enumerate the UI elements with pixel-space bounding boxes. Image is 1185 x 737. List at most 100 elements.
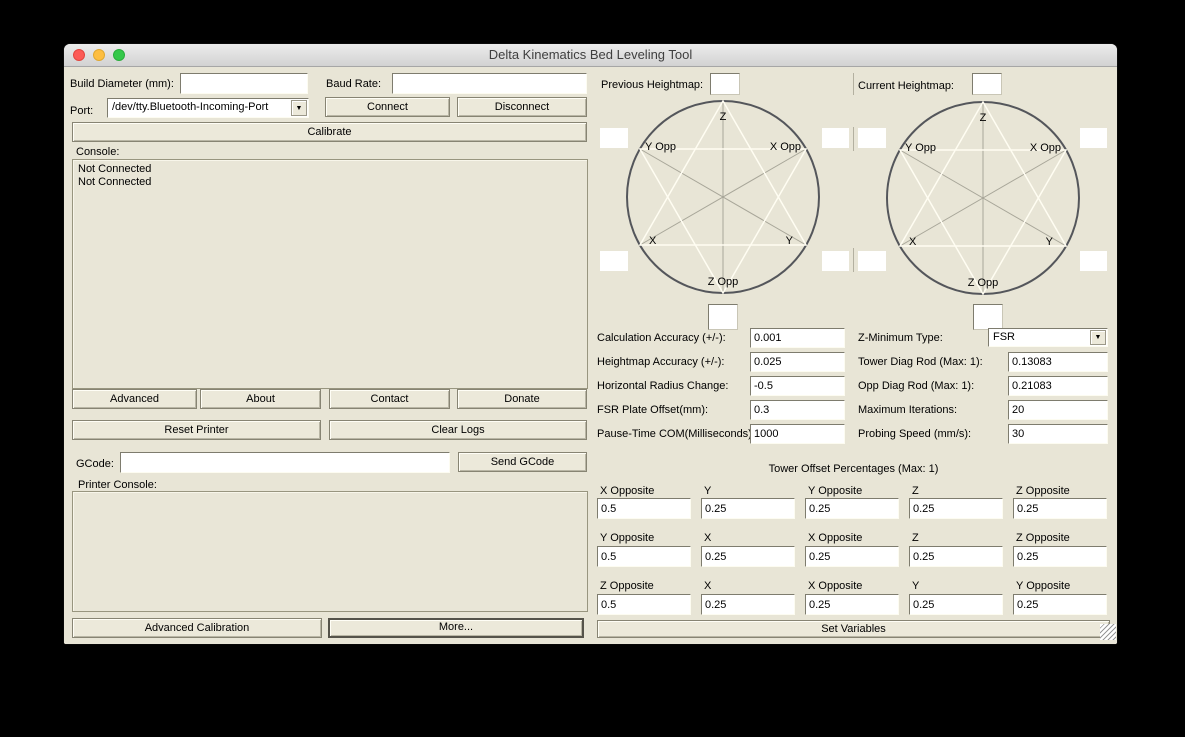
point-label-z-opp: Z Opp bbox=[885, 277, 1081, 289]
build-diameter-input[interactable] bbox=[180, 73, 308, 94]
offset-r1c2-label: Y bbox=[704, 485, 711, 498]
heightmap-accuracy-label: Heightmap Accuracy (+/-): bbox=[597, 356, 724, 369]
probing-speed-input[interactable] bbox=[1008, 424, 1108, 444]
offset-r1c3-input[interactable] bbox=[805, 498, 899, 519]
close-button[interactable] bbox=[73, 49, 85, 61]
connect-button[interactable]: Connect bbox=[325, 97, 450, 117]
offset-r3c4-label: Y bbox=[912, 580, 919, 593]
app-window: Delta Kinematics Bed Leveling Tool Build… bbox=[64, 44, 1117, 644]
console-output[interactable]: Not Connected Not Connected bbox=[72, 159, 588, 389]
current-heightmap-diagram: Z Y Opp X Opp X Y Z Opp bbox=[885, 100, 1081, 296]
reset-printer-button[interactable]: Reset Printer bbox=[72, 420, 321, 440]
offset-r1c5-input[interactable] bbox=[1013, 498, 1107, 519]
fsr-plate-offset-input[interactable] bbox=[750, 400, 845, 420]
current-heightmap-field[interactable] bbox=[972, 73, 1002, 95]
offset-r1c2-input[interactable] bbox=[701, 498, 795, 519]
cur-heightmap-x-field[interactable] bbox=[858, 251, 886, 271]
heightmap-circle-graphic bbox=[885, 100, 1081, 296]
panel-divider bbox=[853, 127, 854, 151]
advanced-button[interactable]: Advanced bbox=[72, 389, 197, 409]
port-value: /dev/tty.Bluetooth-Incoming-Port bbox=[108, 99, 308, 113]
chevron-down-icon[interactable]: ▼ bbox=[1090, 330, 1106, 345]
offset-r1c1-label: X Opposite bbox=[600, 485, 654, 498]
offset-r3c3-label: X Opposite bbox=[808, 580, 862, 593]
calibrate-button[interactable]: Calibrate bbox=[72, 122, 587, 142]
cur-heightmap-xopp-field[interactable] bbox=[1080, 128, 1107, 148]
prev-heightmap-xopp-field[interactable] bbox=[822, 128, 849, 148]
offset-r3c5-input[interactable] bbox=[1013, 594, 1107, 615]
minimize-button[interactable] bbox=[93, 49, 105, 61]
gcode-input[interactable] bbox=[120, 452, 450, 473]
tower-diag-rod-input[interactable] bbox=[1008, 352, 1108, 372]
prev-heightmap-zopp-field[interactable] bbox=[708, 304, 738, 330]
offset-r2c2-input[interactable] bbox=[701, 546, 795, 567]
offset-r1c4-input[interactable] bbox=[909, 498, 1003, 519]
clear-logs-button[interactable]: Clear Logs bbox=[329, 420, 587, 440]
point-label-y-opp: Y Opp bbox=[905, 142, 936, 154]
offset-r1c1-input[interactable] bbox=[597, 498, 691, 519]
cur-heightmap-y-field[interactable] bbox=[1080, 251, 1107, 271]
point-label-x-opp: X Opp bbox=[1030, 142, 1061, 154]
horizontal-radius-label: Horizontal Radius Change: bbox=[597, 380, 728, 393]
offset-r3c4-input[interactable] bbox=[909, 594, 1003, 615]
calculation-accuracy-input[interactable] bbox=[750, 328, 845, 348]
port-select[interactable]: /dev/tty.Bluetooth-Incoming-Port ▼ bbox=[107, 98, 309, 118]
z-minimum-type-select[interactable]: FSR ▼ bbox=[988, 328, 1108, 347]
set-variables-button[interactable]: Set Variables bbox=[597, 620, 1110, 638]
offset-r2c3-label: X Opposite bbox=[808, 532, 862, 545]
previous-heightmap-field[interactable] bbox=[710, 73, 740, 95]
tower-offsets-title: Tower Offset Percentages (Max: 1) bbox=[597, 463, 1110, 476]
offset-r2c3-input[interactable] bbox=[805, 546, 899, 567]
pause-time-input[interactable] bbox=[750, 424, 845, 444]
point-label-y-opp: Y Opp bbox=[645, 141, 676, 153]
offset-r3c2-label: X bbox=[704, 580, 711, 593]
offset-r3c3-input[interactable] bbox=[805, 594, 899, 615]
console-line: Not Connected bbox=[78, 163, 582, 176]
probing-speed-label: Probing Speed (mm/s): bbox=[858, 428, 971, 441]
contact-button[interactable]: Contact bbox=[329, 389, 450, 409]
prev-heightmap-x-field[interactable] bbox=[600, 251, 628, 271]
resize-grip[interactable] bbox=[1100, 624, 1116, 640]
maximum-iterations-input[interactable] bbox=[1008, 400, 1108, 420]
z-minimum-type-label: Z-Minimum Type: bbox=[858, 332, 943, 345]
cur-heightmap-yopp-field[interactable] bbox=[858, 128, 886, 148]
point-label-x: X bbox=[909, 236, 916, 248]
donate-button[interactable]: Donate bbox=[457, 389, 587, 409]
heightmap-accuracy-input[interactable] bbox=[750, 352, 845, 372]
offset-r2c4-label: Z bbox=[912, 532, 919, 545]
printer-console-output[interactable] bbox=[72, 491, 588, 612]
more-button[interactable]: More... bbox=[328, 618, 584, 638]
offset-r3c5-label: Y Opposite bbox=[1016, 580, 1070, 593]
zoom-button[interactable] bbox=[113, 49, 125, 61]
opp-diag-rod-input[interactable] bbox=[1008, 376, 1108, 396]
offset-r2c5-label: Z Opposite bbox=[1016, 532, 1070, 545]
advanced-calibration-button[interactable]: Advanced Calibration bbox=[72, 618, 322, 638]
tower-diag-rod-label: Tower Diag Rod (Max: 1): bbox=[858, 356, 983, 369]
window-title: Delta Kinematics Bed Leveling Tool bbox=[64, 44, 1117, 66]
offset-r1c4-label: Z bbox=[912, 485, 919, 498]
titlebar[interactable]: Delta Kinematics Bed Leveling Tool bbox=[64, 44, 1117, 67]
desktop: { "window": { "title": "Delta Kinematics… bbox=[0, 0, 1185, 737]
send-gcode-button[interactable]: Send GCode bbox=[458, 452, 587, 472]
build-diameter-label: Build Diameter (mm): bbox=[70, 78, 174, 91]
horizontal-radius-input[interactable] bbox=[750, 376, 845, 396]
disconnect-button[interactable]: Disconnect bbox=[457, 97, 587, 117]
offset-r3c1-input[interactable] bbox=[597, 594, 691, 615]
offset-r2c5-input[interactable] bbox=[1013, 546, 1107, 567]
opp-diag-rod-label: Opp Diag Rod (Max: 1): bbox=[858, 380, 974, 393]
panel-divider bbox=[853, 73, 854, 95]
fsr-plate-offset-label: FSR Plate Offset(mm): bbox=[597, 404, 708, 417]
cur-heightmap-zopp-field[interactable] bbox=[973, 304, 1003, 330]
offset-r2c2-label: X bbox=[704, 532, 711, 545]
offset-r2c1-input[interactable] bbox=[597, 546, 691, 567]
prev-heightmap-y-field[interactable] bbox=[822, 251, 849, 271]
chevron-down-icon[interactable]: ▼ bbox=[291, 100, 307, 116]
pause-time-label: Pause-Time COM(Milliseconds): bbox=[597, 428, 755, 441]
prev-heightmap-yopp-field[interactable] bbox=[600, 128, 628, 148]
about-button[interactable]: About bbox=[200, 389, 321, 409]
calculation-accuracy-label: Calculation Accuracy (+/-): bbox=[597, 332, 726, 345]
baud-rate-input[interactable] bbox=[392, 73, 587, 94]
panel-divider bbox=[853, 248, 854, 272]
offset-r2c4-input[interactable] bbox=[909, 546, 1003, 567]
offset-r3c2-input[interactable] bbox=[701, 594, 795, 615]
